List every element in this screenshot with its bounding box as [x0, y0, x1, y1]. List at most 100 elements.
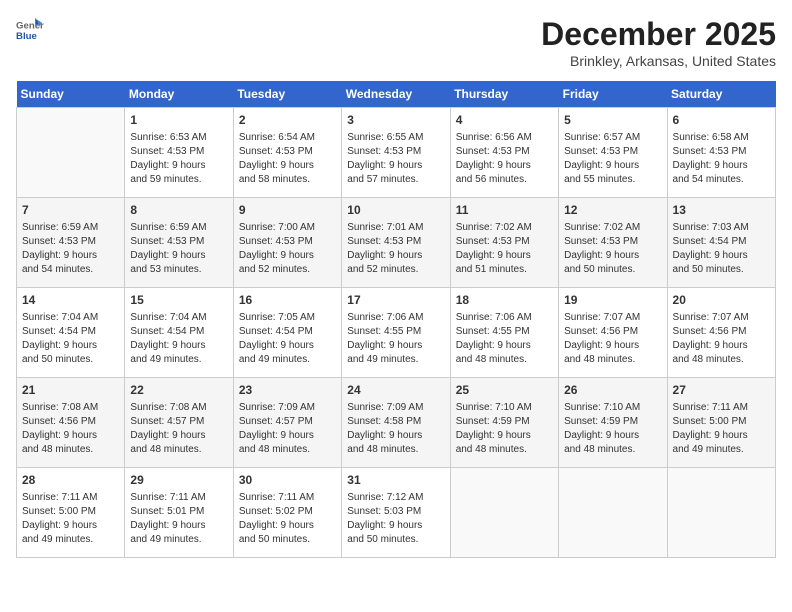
day-info: Sunrise: 6:59 AM Sunset: 4:53 PM Dayligh…: [22, 221, 119, 277]
day-number: 11: [456, 202, 553, 219]
day-number: 14: [22, 292, 119, 309]
weekday-header-sunday: Sunday: [17, 81, 125, 108]
day-number: 17: [347, 292, 444, 309]
calendar-cell: 23 Sunrise: 7:09 AM Sunset: 4:57 PM Dayli…: [233, 378, 341, 468]
calendar-cell: 4Sunrise: 6:56 AM Sunset: 4:53 PM Daylig…: [450, 108, 558, 198]
day-info: Sunrise: 7:04 AM Sunset: 4:54 PM Dayligh…: [22, 311, 119, 367]
day-number: 25: [456, 382, 553, 399]
day-info: Sunrise: 7:05 AM Sunset: 4:54 PM Dayligh…: [239, 311, 336, 367]
calendar-week-2: 7Sunrise: 6:59 AM Sunset: 4:53 PM Daylig…: [17, 198, 776, 288]
day-number: 29: [130, 472, 227, 489]
calendar-cell: 11 Sunrise: 7:02 AM Sunset: 4:53 PM Dayli…: [450, 198, 558, 288]
day-info: Sunrise: 7:09 AM Sunset: 4:58 PM Dayligh…: [347, 401, 444, 457]
calendar-cell: 17 Sunrise: 7:06 AM Sunset: 4:55 PM Dayli…: [342, 288, 450, 378]
calendar-cell: 3 Sunrise: 6:55 AM Sunset: 4:53 PM Daylig…: [342, 108, 450, 198]
day-info: Sunrise: 7:11 AM Sunset: 5:02 PM Dayligh…: [239, 491, 336, 547]
calendar-cell: 20 Sunrise: 7:07 AM Sunset: 4:56 PM Dayli…: [667, 288, 775, 378]
calendar-cell: 5Sunrise: 6:57 AM Sunset: 4:53 PM Daylig…: [559, 108, 667, 198]
weekday-header-tuesday: Tuesday: [233, 81, 341, 108]
calendar-week-5: 28 Sunrise: 7:11 AM Sunset: 5:00 PM Dayli…: [17, 468, 776, 558]
day-info: Sunrise: 6:59 AM Sunset: 4:53 PM Dayligh…: [130, 221, 227, 277]
day-info: Sunrise: 7:02 AM Sunset: 4:53 PM Dayligh…: [456, 221, 553, 277]
day-number: 26: [564, 382, 661, 399]
calendar-cell: 12Sunrise: 7:02 AM Sunset: 4:53 PM Dayli…: [559, 198, 667, 288]
calendar-cell: 26 Sunrise: 7:10 AM Sunset: 4:59 PM Dayli…: [559, 378, 667, 468]
day-number: 18: [456, 292, 553, 309]
day-info: Sunrise: 7:07 AM Sunset: 4:56 PM Dayligh…: [673, 311, 770, 367]
day-number: 8: [130, 202, 227, 219]
day-info: Sunrise: 7:10 AM Sunset: 4:59 PM Dayligh…: [564, 401, 661, 457]
day-number: 6: [673, 112, 770, 129]
calendar-cell: [17, 108, 125, 198]
day-info: Sunrise: 7:10 AM Sunset: 4:59 PM Dayligh…: [456, 401, 553, 457]
calendar-cell: [667, 468, 775, 558]
page-header: General Blue December 2025 Brinkley, Ark…: [16, 16, 776, 69]
location-subtitle: Brinkley, Arkansas, United States: [541, 53, 776, 69]
day-info: Sunrise: 7:04 AM Sunset: 4:54 PM Dayligh…: [130, 311, 227, 367]
calendar-header: SundayMondayTuesdayWednesdayThursdayFrid…: [17, 81, 776, 108]
weekday-header-thursday: Thursday: [450, 81, 558, 108]
day-info: Sunrise: 6:54 AM Sunset: 4:53 PM Dayligh…: [239, 131, 336, 187]
calendar-cell: 13 Sunrise: 7:03 AM Sunset: 4:54 PM Dayli…: [667, 198, 775, 288]
weekday-header-row: SundayMondayTuesdayWednesdayThursdayFrid…: [17, 81, 776, 108]
calendar-cell: 28 Sunrise: 7:11 AM Sunset: 5:00 PM Dayli…: [17, 468, 125, 558]
day-number: 30: [239, 472, 336, 489]
calendar-cell: 30 Sunrise: 7:11 AM Sunset: 5:02 PM Dayli…: [233, 468, 341, 558]
calendar-cell: 22Sunrise: 7:08 AM Sunset: 4:57 PM Dayli…: [125, 378, 233, 468]
day-number: 27: [673, 382, 770, 399]
calendar-body: 1 Sunrise: 6:53 AM Sunset: 4:53 PM Daylig…: [17, 108, 776, 558]
day-info: Sunrise: 7:08 AM Sunset: 4:57 PM Dayligh…: [130, 401, 227, 457]
calendar-cell: [559, 468, 667, 558]
calendar-cell: [450, 468, 558, 558]
calendar-cell: 14 Sunrise: 7:04 AM Sunset: 4:54 PM Dayli…: [17, 288, 125, 378]
calendar-week-1: 1 Sunrise: 6:53 AM Sunset: 4:53 PM Daylig…: [17, 108, 776, 198]
day-number: 28: [22, 472, 119, 489]
day-number: 13: [673, 202, 770, 219]
day-number: 23: [239, 382, 336, 399]
day-number: 24: [347, 382, 444, 399]
logo-icon: General Blue: [16, 16, 44, 44]
day-number: 20: [673, 292, 770, 309]
svg-text:Blue: Blue: [16, 31, 37, 42]
calendar-cell: 31Sunrise: 7:12 AM Sunset: 5:03 PM Dayli…: [342, 468, 450, 558]
calendar-cell: 29 Sunrise: 7:11 AM Sunset: 5:01 PM Dayli…: [125, 468, 233, 558]
day-info: Sunrise: 7:06 AM Sunset: 4:55 PM Dayligh…: [456, 311, 553, 367]
logo: General Blue: [16, 16, 44, 44]
day-number: 3: [347, 112, 444, 129]
day-info: Sunrise: 7:01 AM Sunset: 4:53 PM Dayligh…: [347, 221, 444, 277]
day-number: 15: [130, 292, 227, 309]
weekday-header-wednesday: Wednesday: [342, 81, 450, 108]
day-number: 21: [22, 382, 119, 399]
day-number: 19: [564, 292, 661, 309]
calendar-cell: 15 Sunrise: 7:04 AM Sunset: 4:54 PM Dayli…: [125, 288, 233, 378]
day-info: Sunrise: 7:09 AM Sunset: 4:57 PM Dayligh…: [239, 401, 336, 457]
calendar-table: SundayMondayTuesdayWednesdayThursdayFrid…: [16, 81, 776, 558]
calendar-cell: 19 Sunrise: 7:07 AM Sunset: 4:56 PM Dayli…: [559, 288, 667, 378]
day-number: 9: [239, 202, 336, 219]
calendar-cell: 27Sunrise: 7:11 AM Sunset: 5:00 PM Dayli…: [667, 378, 775, 468]
day-info: Sunrise: 7:08 AM Sunset: 4:56 PM Dayligh…: [22, 401, 119, 457]
day-info: Sunrise: 7:00 AM Sunset: 4:53 PM Dayligh…: [239, 221, 336, 277]
day-info: Sunrise: 6:55 AM Sunset: 4:53 PM Dayligh…: [347, 131, 444, 187]
day-number: 16: [239, 292, 336, 309]
day-info: Sunrise: 7:11 AM Sunset: 5:00 PM Dayligh…: [22, 491, 119, 547]
day-info: Sunrise: 6:53 AM Sunset: 4:53 PM Dayligh…: [130, 131, 227, 187]
day-info: Sunrise: 6:56 AM Sunset: 4:53 PM Dayligh…: [456, 131, 553, 187]
day-info: Sunrise: 7:07 AM Sunset: 4:56 PM Dayligh…: [564, 311, 661, 367]
title-block: December 2025 Brinkley, Arkansas, United…: [541, 16, 776, 69]
day-info: Sunrise: 7:11 AM Sunset: 5:01 PM Dayligh…: [130, 491, 227, 547]
day-info: Sunrise: 7:06 AM Sunset: 4:55 PM Dayligh…: [347, 311, 444, 367]
day-info: Sunrise: 6:58 AM Sunset: 4:53 PM Dayligh…: [673, 131, 770, 187]
weekday-header-friday: Friday: [559, 81, 667, 108]
calendar-cell: 21 Sunrise: 7:08 AM Sunset: 4:56 PM Dayli…: [17, 378, 125, 468]
calendar-cell: 9 Sunrise: 7:00 AM Sunset: 4:53 PM Daylig…: [233, 198, 341, 288]
day-number: 1: [130, 112, 227, 129]
day-info: Sunrise: 7:02 AM Sunset: 4:53 PM Dayligh…: [564, 221, 661, 277]
day-info: Sunrise: 7:03 AM Sunset: 4:54 PM Dayligh…: [673, 221, 770, 277]
calendar-cell: 1 Sunrise: 6:53 AM Sunset: 4:53 PM Daylig…: [125, 108, 233, 198]
calendar-cell: 7Sunrise: 6:59 AM Sunset: 4:53 PM Daylig…: [17, 198, 125, 288]
day-info: Sunrise: 6:57 AM Sunset: 4:53 PM Dayligh…: [564, 131, 661, 187]
calendar-cell: 10Sunrise: 7:01 AM Sunset: 4:53 PM Dayli…: [342, 198, 450, 288]
calendar-cell: 16 Sunrise: 7:05 AM Sunset: 4:54 PM Dayli…: [233, 288, 341, 378]
day-info: Sunrise: 7:12 AM Sunset: 5:03 PM Dayligh…: [347, 491, 444, 547]
